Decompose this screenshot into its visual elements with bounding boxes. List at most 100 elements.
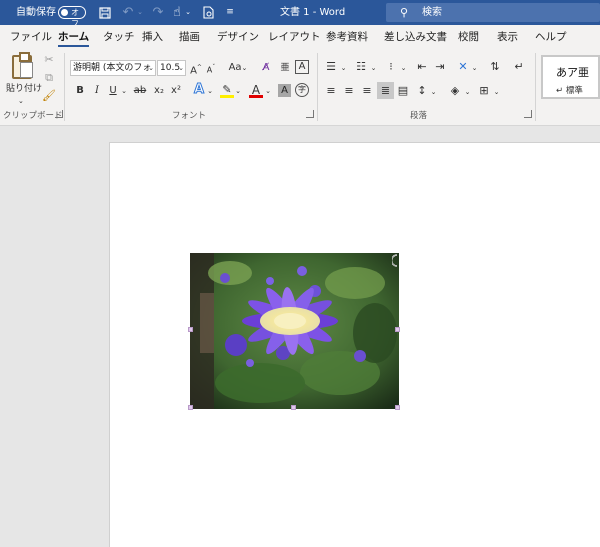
resize-handle-bottom-left[interactable] — [188, 405, 193, 410]
clipboard-group-label: クリップボード — [3, 111, 63, 121]
highlight-dropdown-icon[interactable]: ⌄ — [234, 83, 242, 99]
font-color-button[interactable]: A — [249, 82, 263, 98]
autosave-toggle[interactable]: オフ — [58, 6, 86, 28]
touch-mode-icon[interactable]: ☝ — [170, 0, 184, 25]
style-name: ↵ 標準 — [556, 86, 583, 96]
resize-handle-bottom-right[interactable] — [395, 405, 400, 410]
align-center-icon[interactable]: ≡ — [341, 83, 357, 99]
ribbon-tabs: ファイル ホーム タッチ 挿入 描画 デザイン レイアウト 参考資料 差し込み文… — [0, 25, 600, 49]
increase-indent-icon[interactable]: ⇥ — [432, 59, 448, 75]
shading-icon[interactable]: ◈ — [447, 83, 463, 99]
font-name-combo[interactable]: 游明朝 (本文のフォ ⌄ — [70, 60, 156, 76]
strikethrough-button[interactable]: ab — [132, 83, 148, 99]
multilevel-list-icon[interactable]: ⁝ — [383, 59, 399, 75]
font-color-dropdown-icon[interactable]: ⌄ — [264, 83, 272, 99]
clipboard-dialog-launcher-icon[interactable] — [55, 110, 63, 118]
character-border-button[interactable]: A — [295, 60, 309, 74]
paste-label: 貼り付け — [6, 84, 43, 94]
copy-icon[interactable]: ⧉ — [42, 70, 56, 86]
search-box[interactable]: ⚲ 検索 — [386, 3, 600, 22]
show-formatting-marks-icon[interactable]: ↵ — [511, 59, 527, 75]
font-name-value: 游明朝 (本文のフォ — [73, 63, 152, 73]
underline-dropdown-icon[interactable]: ⌄ — [120, 83, 128, 99]
tab-mailings[interactable]: 差し込み文書 — [384, 25, 447, 49]
chevron-down-icon: ⌄ — [148, 64, 154, 72]
superscript-button[interactable]: x² — [169, 83, 183, 99]
text-effects-button[interactable]: A — [192, 82, 206, 98]
shading-dropdown-icon[interactable]: ⌄ — [464, 84, 471, 100]
line-spacing-dropdown-icon[interactable]: ⌄ — [430, 84, 437, 100]
title-bar: 自動保存 オフ ↶ ⌄ ↷ ☝ ⌄ ≡ 文書 1 - Word ⚲ 検索 — [0, 0, 600, 28]
tab-home[interactable]: ホーム — [58, 25, 90, 49]
borders-dropdown-icon[interactable]: ⌄ — [493, 84, 500, 100]
text-effects-dropdown-icon[interactable]: ⌄ — [206, 83, 214, 99]
bullets-dropdown-icon[interactable]: ⌄ — [340, 60, 347, 76]
align-left-icon[interactable]: ≡ — [323, 83, 339, 99]
style-normal[interactable]: あア亜 ↵ 標準 — [541, 55, 600, 99]
underline-button[interactable]: U — [107, 83, 119, 99]
tab-touch[interactable]: タッチ — [103, 25, 135, 49]
rotate-handle-icon[interactable] — [390, 254, 399, 267]
highlight-button[interactable]: ✎ — [220, 82, 234, 98]
flower-photo — [190, 253, 399, 409]
resize-handle-bottom[interactable] — [291, 405, 296, 410]
tab-design[interactable]: デザイン — [217, 25, 259, 49]
shrink-font-button[interactable]: Aˇ — [204, 60, 218, 79]
character-shading-button[interactable]: A — [278, 84, 291, 97]
italic-button[interactable]: I — [91, 83, 103, 99]
chevron-down-icon: ⌄ — [178, 64, 184, 72]
style-name-label: 標準 — [565, 86, 583, 96]
customize-toolbar-icon[interactable]: ≡ — [224, 0, 236, 25]
paste-icon — [12, 52, 33, 79]
tab-view[interactable]: 表示 — [497, 25, 518, 49]
tab-draw[interactable]: 描画 — [179, 25, 200, 49]
subscript-button[interactable]: x₂ — [152, 83, 166, 99]
inserted-picture[interactable] — [190, 253, 399, 409]
enclose-characters-button[interactable]: 字 — [295, 83, 309, 97]
search-placeholder: 検索 — [422, 7, 442, 18]
format-painter-icon[interactable]: 🖌 — [42, 88, 56, 104]
numbering-dropdown-icon[interactable]: ⌄ — [370, 60, 377, 76]
autosave-label: 自動保存 — [16, 7, 56, 18]
align-right-icon[interactable]: ≡ — [359, 83, 375, 99]
tab-insert[interactable]: 挿入 — [142, 25, 163, 49]
undo-dropdown-icon[interactable]: ⌄ — [136, 0, 144, 25]
asian-layout-dropdown-icon[interactable]: ⌄ — [471, 60, 478, 76]
print-preview-icon[interactable] — [200, 0, 216, 25]
tab-help[interactable]: ヘルプ — [535, 25, 567, 49]
borders-icon[interactable]: ⊞ — [476, 83, 492, 99]
multilevel-dropdown-icon[interactable]: ⌄ — [400, 60, 407, 76]
tab-references[interactable]: 参考資料 — [326, 25, 368, 49]
redo-icon[interactable]: ↷ — [150, 0, 166, 25]
bold-button[interactable]: B — [74, 83, 86, 99]
asian-layout-icon[interactable]: ✕ — [455, 59, 471, 75]
distributed-icon[interactable]: ▤ — [395, 83, 411, 99]
font-dialog-launcher-icon[interactable] — [306, 110, 314, 118]
tab-review[interactable]: 校閲 — [458, 25, 479, 49]
grow-font-button[interactable]: A^ — [189, 60, 203, 79]
change-case-button[interactable]: Aa⌄ — [226, 60, 250, 76]
touch-dropdown-icon[interactable]: ⌄ — [184, 0, 192, 25]
undo-icon[interactable]: ↶ — [120, 0, 136, 25]
decrease-indent-icon[interactable]: ⇤ — [414, 59, 430, 75]
group-divider — [64, 53, 65, 121]
sort-icon[interactable]: ⇅ — [487, 59, 503, 75]
justify-icon[interactable]: ≣ — [377, 82, 394, 99]
clear-formatting-icon[interactable]: A̸ — [258, 60, 274, 76]
group-divider — [317, 53, 318, 121]
numbering-icon[interactable]: ☷ — [353, 59, 369, 75]
paragraph-group-label: 段落 — [410, 111, 428, 121]
save-icon[interactable] — [96, 0, 114, 25]
bullets-icon[interactable]: ☰ — [323, 59, 339, 75]
resize-handle-left[interactable] — [188, 327, 193, 332]
resize-handle-right[interactable] — [395, 327, 400, 332]
paragraph-dialog-launcher-icon[interactable] — [524, 110, 532, 118]
paste-dropdown-icon: ⌄ — [18, 97, 24, 105]
font-size-combo[interactable]: 10.5 ⌄ — [157, 60, 186, 76]
document-title: 文書 1 - Word — [280, 7, 346, 18]
phonetic-guide-button[interactable]: 亜 — [278, 60, 292, 76]
tab-layout[interactable]: レイアウト — [268, 25, 321, 49]
tab-file[interactable]: ファイル — [10, 25, 52, 49]
line-spacing-icon[interactable]: ↕ — [414, 83, 430, 99]
cut-icon[interactable]: ✂ — [42, 52, 56, 68]
